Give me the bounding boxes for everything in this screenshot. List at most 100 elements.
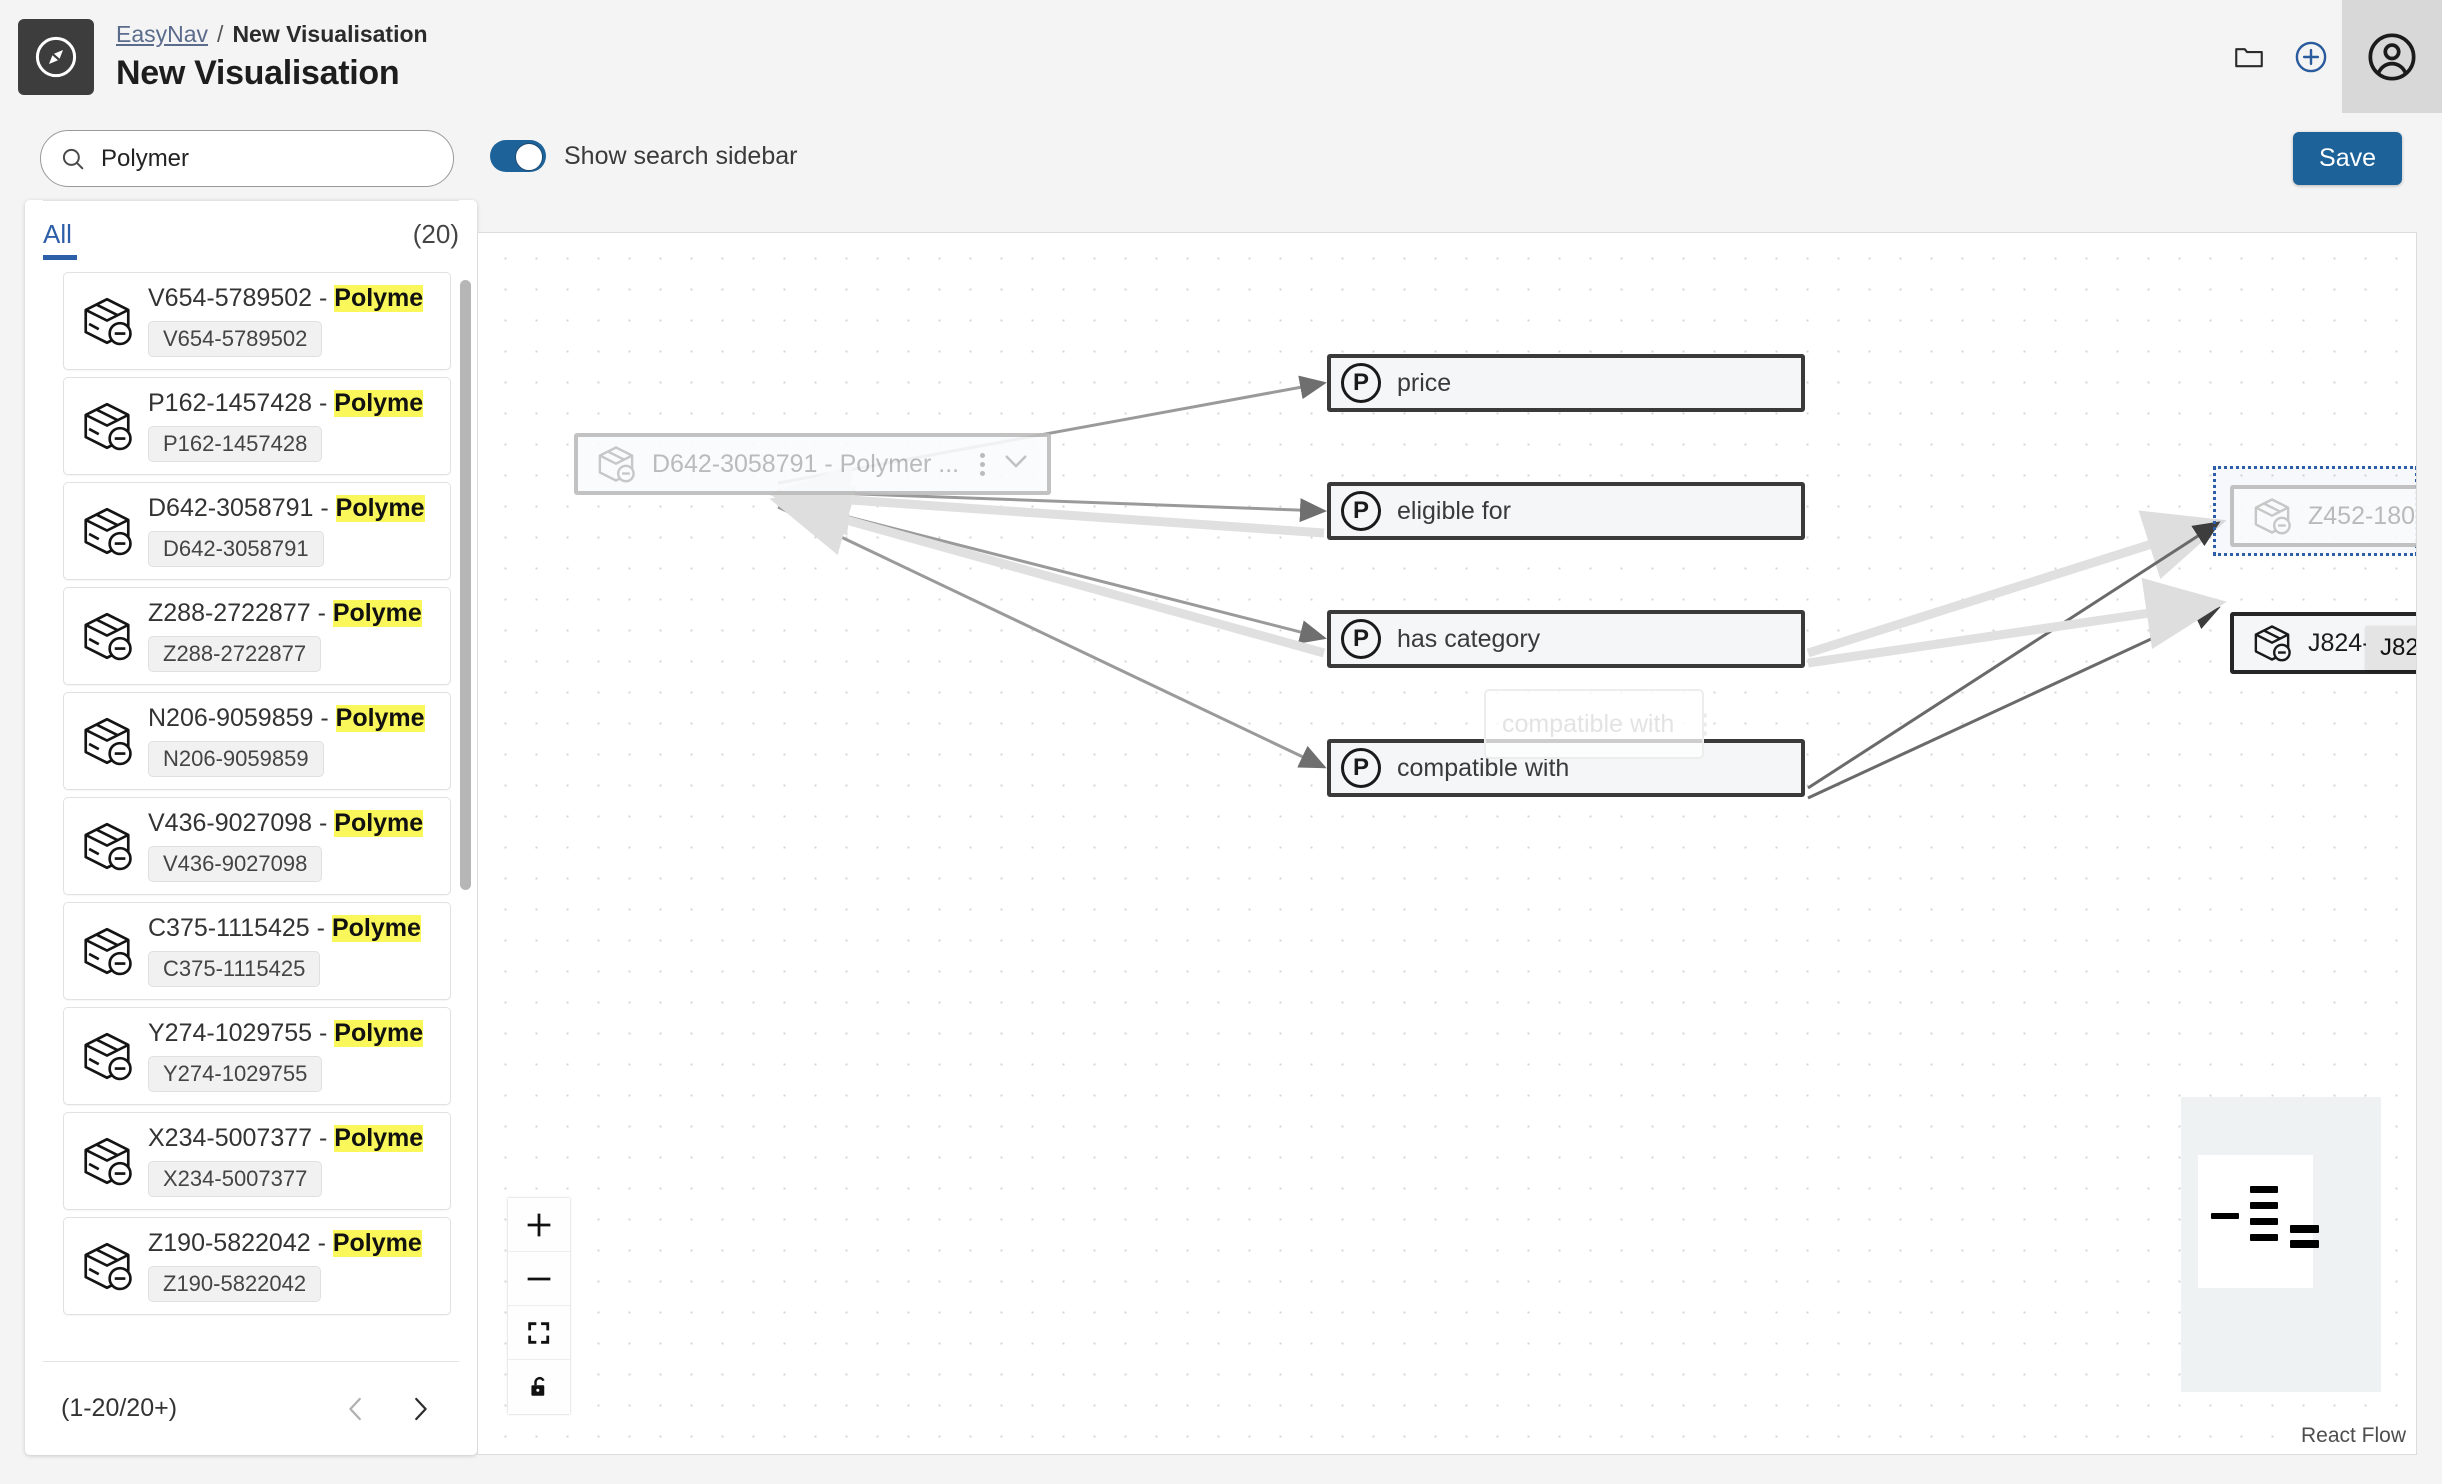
chevron-left-icon (349, 1397, 361, 1420)
list-item[interactable]: P162-1457428 - Polyme P162-1457428 (63, 377, 451, 475)
list-item-text: V436-9027098 - Polyme V436-9027098 (148, 810, 440, 882)
list-item-dash: - (312, 390, 335, 418)
react-flow-attribution[interactable]: React Flow (2301, 1424, 2406, 1448)
app-header: EasyNav / New Visualisation New Visualis… (0, 0, 2442, 113)
list-item-title: N206-9059859 - Polyme (148, 705, 440, 733)
breadcrumb: EasyNav / New Visualisation (116, 21, 428, 48)
list-item-highlight: Polyme (334, 1020, 424, 1048)
list-item-title: V654-5789502 - Polyme (148, 285, 440, 313)
minimap-node (2211, 1213, 2239, 1219)
list-item-chip: X234-5007377 (148, 1160, 323, 1197)
list-item-highlight: Polyme (335, 495, 425, 523)
package-remove-icon (84, 1137, 132, 1186)
list-item-id: V436-9027098 (148, 810, 313, 838)
list-item-dash: - (310, 600, 333, 628)
list-item[interactable]: C375-1115425 - Polyme C375-1115425 (63, 902, 451, 1000)
graph-node-property-label: has category (1397, 624, 1541, 653)
property-badge-icon: P (1341, 748, 1381, 788)
list-item-title: D642-3058791 - Polyme (148, 495, 440, 523)
list-item-id: N206-9059859 (148, 705, 314, 733)
graph-minimap[interactable] (2181, 1097, 2381, 1392)
list-item-dash: - (309, 915, 332, 943)
graph-node-property-eligible-for[interactable]: P eligible for (1327, 482, 1805, 540)
list-item-title: X234-5007377 - Polyme (148, 1125, 440, 1153)
breadcrumb-root-link[interactable]: EasyNav (116, 21, 208, 48)
header-actions (2218, 0, 2442, 113)
graph-controls (508, 1198, 570, 1414)
show-search-sidebar-toggle[interactable]: Show search sidebar (490, 140, 797, 172)
package-remove-icon (84, 402, 132, 451)
search-sidebar: All (20) V654-5789502 - Polyme V654-57895… (25, 200, 477, 1455)
list-item-highlight: Polyme (332, 1230, 422, 1258)
previous-page-button[interactable] (341, 1394, 371, 1424)
sidebar-scrollbar[interactable] (460, 280, 471, 890)
add-button[interactable] (2280, 26, 2342, 88)
graph-node-source[interactable]: D642-3058791 - Polymer ... (574, 433, 1051, 495)
next-page-button[interactable] (405, 1394, 435, 1424)
page-title: New Visualisation (116, 53, 400, 92)
toggle-switch[interactable] (490, 140, 546, 172)
zoom-in-button[interactable] (508, 1198, 570, 1252)
app-logo[interactable] (18, 18, 94, 95)
graph-node-property-has-category[interactable]: P has category (1327, 610, 1805, 668)
search-box[interactable] (40, 130, 454, 187)
package-remove-icon (2254, 625, 2291, 662)
property-badge-icon: P (1341, 363, 1381, 403)
search-input[interactable] (101, 144, 431, 173)
graph-node-property-label: price (1397, 368, 1452, 397)
list-item-title: Z190-5822042 - Polyme (148, 1230, 440, 1258)
graph-node-tooltip: J824-5227925 - Strain Switch (2366, 626, 2416, 670)
list-item-highlight: Polyme (335, 705, 425, 733)
list-item[interactable]: Z190-5822042 - Polyme Z190-5822042 (63, 1217, 451, 1315)
package-remove-icon (84, 822, 132, 871)
toggle-label: Show search sidebar (564, 141, 798, 170)
graph-canvas[interactable]: D642-3058791 - Polymer ... P price P eli… (477, 232, 2417, 1455)
minimap-node (2290, 1240, 2319, 1248)
package-remove-icon (84, 297, 132, 346)
property-badge-icon: P (1341, 619, 1381, 659)
tab-all-count: (20) (412, 219, 459, 249)
package-remove-icon (84, 612, 132, 661)
list-item[interactable]: Y274-1029755 - Polyme Y274-1029755 (63, 1007, 451, 1105)
fit-view-icon (528, 1321, 550, 1344)
list-item[interactable]: N206-9059859 - Polyme N206-9059859 (63, 692, 451, 790)
zoom-out-button[interactable] (508, 1252, 570, 1306)
sidebar-footer: (1-20/20+) (43, 1361, 459, 1455)
kebab-menu-icon[interactable] (980, 452, 985, 476)
results-container: V654-5789502 - Polyme V654-5789502 P162-1… (63, 272, 451, 1315)
list-item-highlight: Polyme (334, 1125, 424, 1153)
fit-view-button[interactable] (508, 1306, 570, 1360)
list-item[interactable]: D642-3058791 - Polyme D642-3058791 (63, 482, 451, 580)
list-item-text: D642-3058791 - Polyme D642-3058791 (148, 495, 440, 567)
save-button[interactable]: Save (2293, 132, 2402, 185)
list-item-text: C375-1115425 - Polyme C375-1115425 (148, 915, 440, 987)
list-item-title: V436-9027098 - Polyme (148, 810, 440, 838)
list-item-highlight: Polyme (334, 390, 424, 418)
list-item[interactable]: V436-9027098 - Polyme V436-9027098 (63, 797, 451, 895)
list-item[interactable]: V654-5789502 - Polyme V654-5789502 (63, 272, 451, 370)
package-remove-icon (2254, 498, 2291, 535)
account-button[interactable] (2342, 0, 2442, 113)
graph-node-target-label: Z452-1805723 - Capacito... (2308, 501, 2416, 530)
breadcrumb-current: New Visualisation (232, 20, 428, 47)
plus-icon (527, 1213, 551, 1236)
list-item-id: Y274-1029755 (148, 1020, 313, 1048)
list-item[interactable]: Z288-2722877 - Polyme Z288-2722877 (63, 587, 451, 685)
list-item-chip: Y274-1029755 (148, 1055, 323, 1092)
kebab-menu-icon (1702, 712, 1708, 736)
graph-node-property-price[interactable]: P price (1327, 354, 1805, 412)
list-item-title: P162-1457428 - Polyme (148, 390, 440, 418)
graph-node-target-capacitor[interactable]: Z452-1805723 - Capacito... (2230, 485, 2416, 547)
lock-toggle-button[interactable] (508, 1360, 570, 1414)
chevron-down-icon[interactable] (999, 444, 1033, 485)
title-block: EasyNav / New Visualisation New Visualis… (116, 21, 428, 93)
tab-all[interactable]: All (43, 219, 77, 260)
list-item-text: P162-1457428 - Polyme P162-1457428 (148, 390, 440, 462)
chevron-right-icon (415, 1397, 427, 1420)
toolbar: Show search sidebar Save (0, 113, 2442, 200)
open-folder-button[interactable] (2218, 26, 2280, 88)
list-item-dash: - (312, 1020, 335, 1048)
package-remove-icon (84, 1242, 132, 1291)
list-item-highlight: Polyme (331, 915, 421, 943)
list-item[interactable]: X234-5007377 - Polyme X234-5007377 (63, 1112, 451, 1210)
